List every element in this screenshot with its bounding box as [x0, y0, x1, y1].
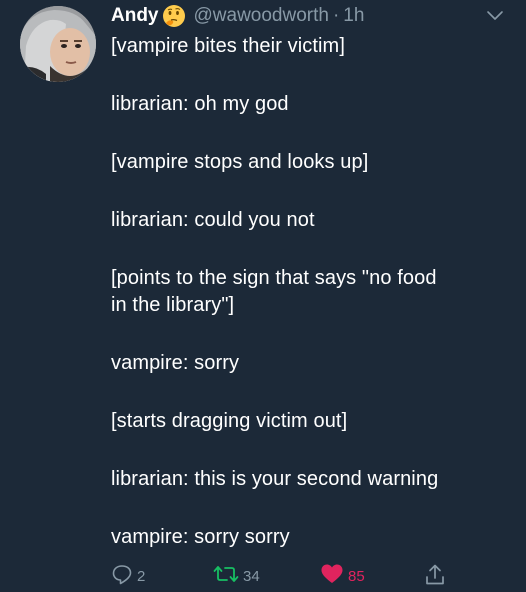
tweet-header: Andy @wawoodworth · 1h — [111, 2, 364, 30]
line-spacer — [111, 234, 516, 265]
tweet-line: vampire: sorry — [111, 352, 240, 374]
tweet-line: in the library"] — [111, 294, 235, 316]
line-spacer — [111, 176, 516, 207]
tweet-line: librarian: oh my god — [111, 93, 289, 115]
avatar[interactable] — [20, 6, 96, 82]
line-spacer — [111, 377, 516, 408]
tweet-line: [vampire stops and looks up] — [111, 151, 369, 173]
tweet-timestamp[interactable]: 1h — [343, 5, 364, 27]
like-count: 85 — [348, 567, 365, 585]
reply-button[interactable]: 2 — [111, 563, 145, 589]
tweet-line: [vampire bites their victim] — [111, 35, 345, 57]
like-button[interactable]: 85 — [320, 563, 365, 589]
line-spacer — [111, 60, 516, 91]
retweet-count: 34 — [243, 567, 260, 585]
tweet-line: vampire: sorry sorry — [111, 526, 290, 548]
heart-icon — [320, 563, 344, 589]
thinking-face-icon — [162, 4, 186, 28]
separator-dot: · — [332, 5, 340, 26]
tweet: Andy @wawoodworth · 1h [vampire bites th… — [0, 0, 526, 592]
reply-icon — [111, 563, 133, 589]
tweet-text: [vampire bites their victim] librarian: o… — [111, 33, 516, 551]
user-handle[interactable]: @wawoodworth — [194, 5, 329, 27]
reply-count: 2 — [137, 567, 146, 585]
tweet-line: [starts dragging victim out] — [111, 410, 348, 432]
tweet-line: librarian: could you not — [111, 209, 315, 231]
retweet-button[interactable]: 34 — [213, 563, 260, 589]
share-button[interactable] — [424, 563, 446, 591]
line-spacer — [111, 493, 516, 524]
share-icon — [424, 563, 446, 591]
tweet-line: librarian: this is your second warning — [111, 468, 439, 490]
line-spacer — [111, 319, 516, 350]
avatar-image — [20, 6, 96, 82]
line-spacer — [111, 435, 516, 466]
tweet-line: [points to the sign that says "no food — [111, 267, 437, 289]
display-name[interactable]: Andy — [111, 5, 159, 27]
line-spacer — [111, 118, 516, 149]
chevron-down-icon[interactable] — [484, 8, 506, 24]
retweet-icon — [213, 563, 239, 589]
tweet-actions: 2 34 85 — [0, 563, 526, 589]
